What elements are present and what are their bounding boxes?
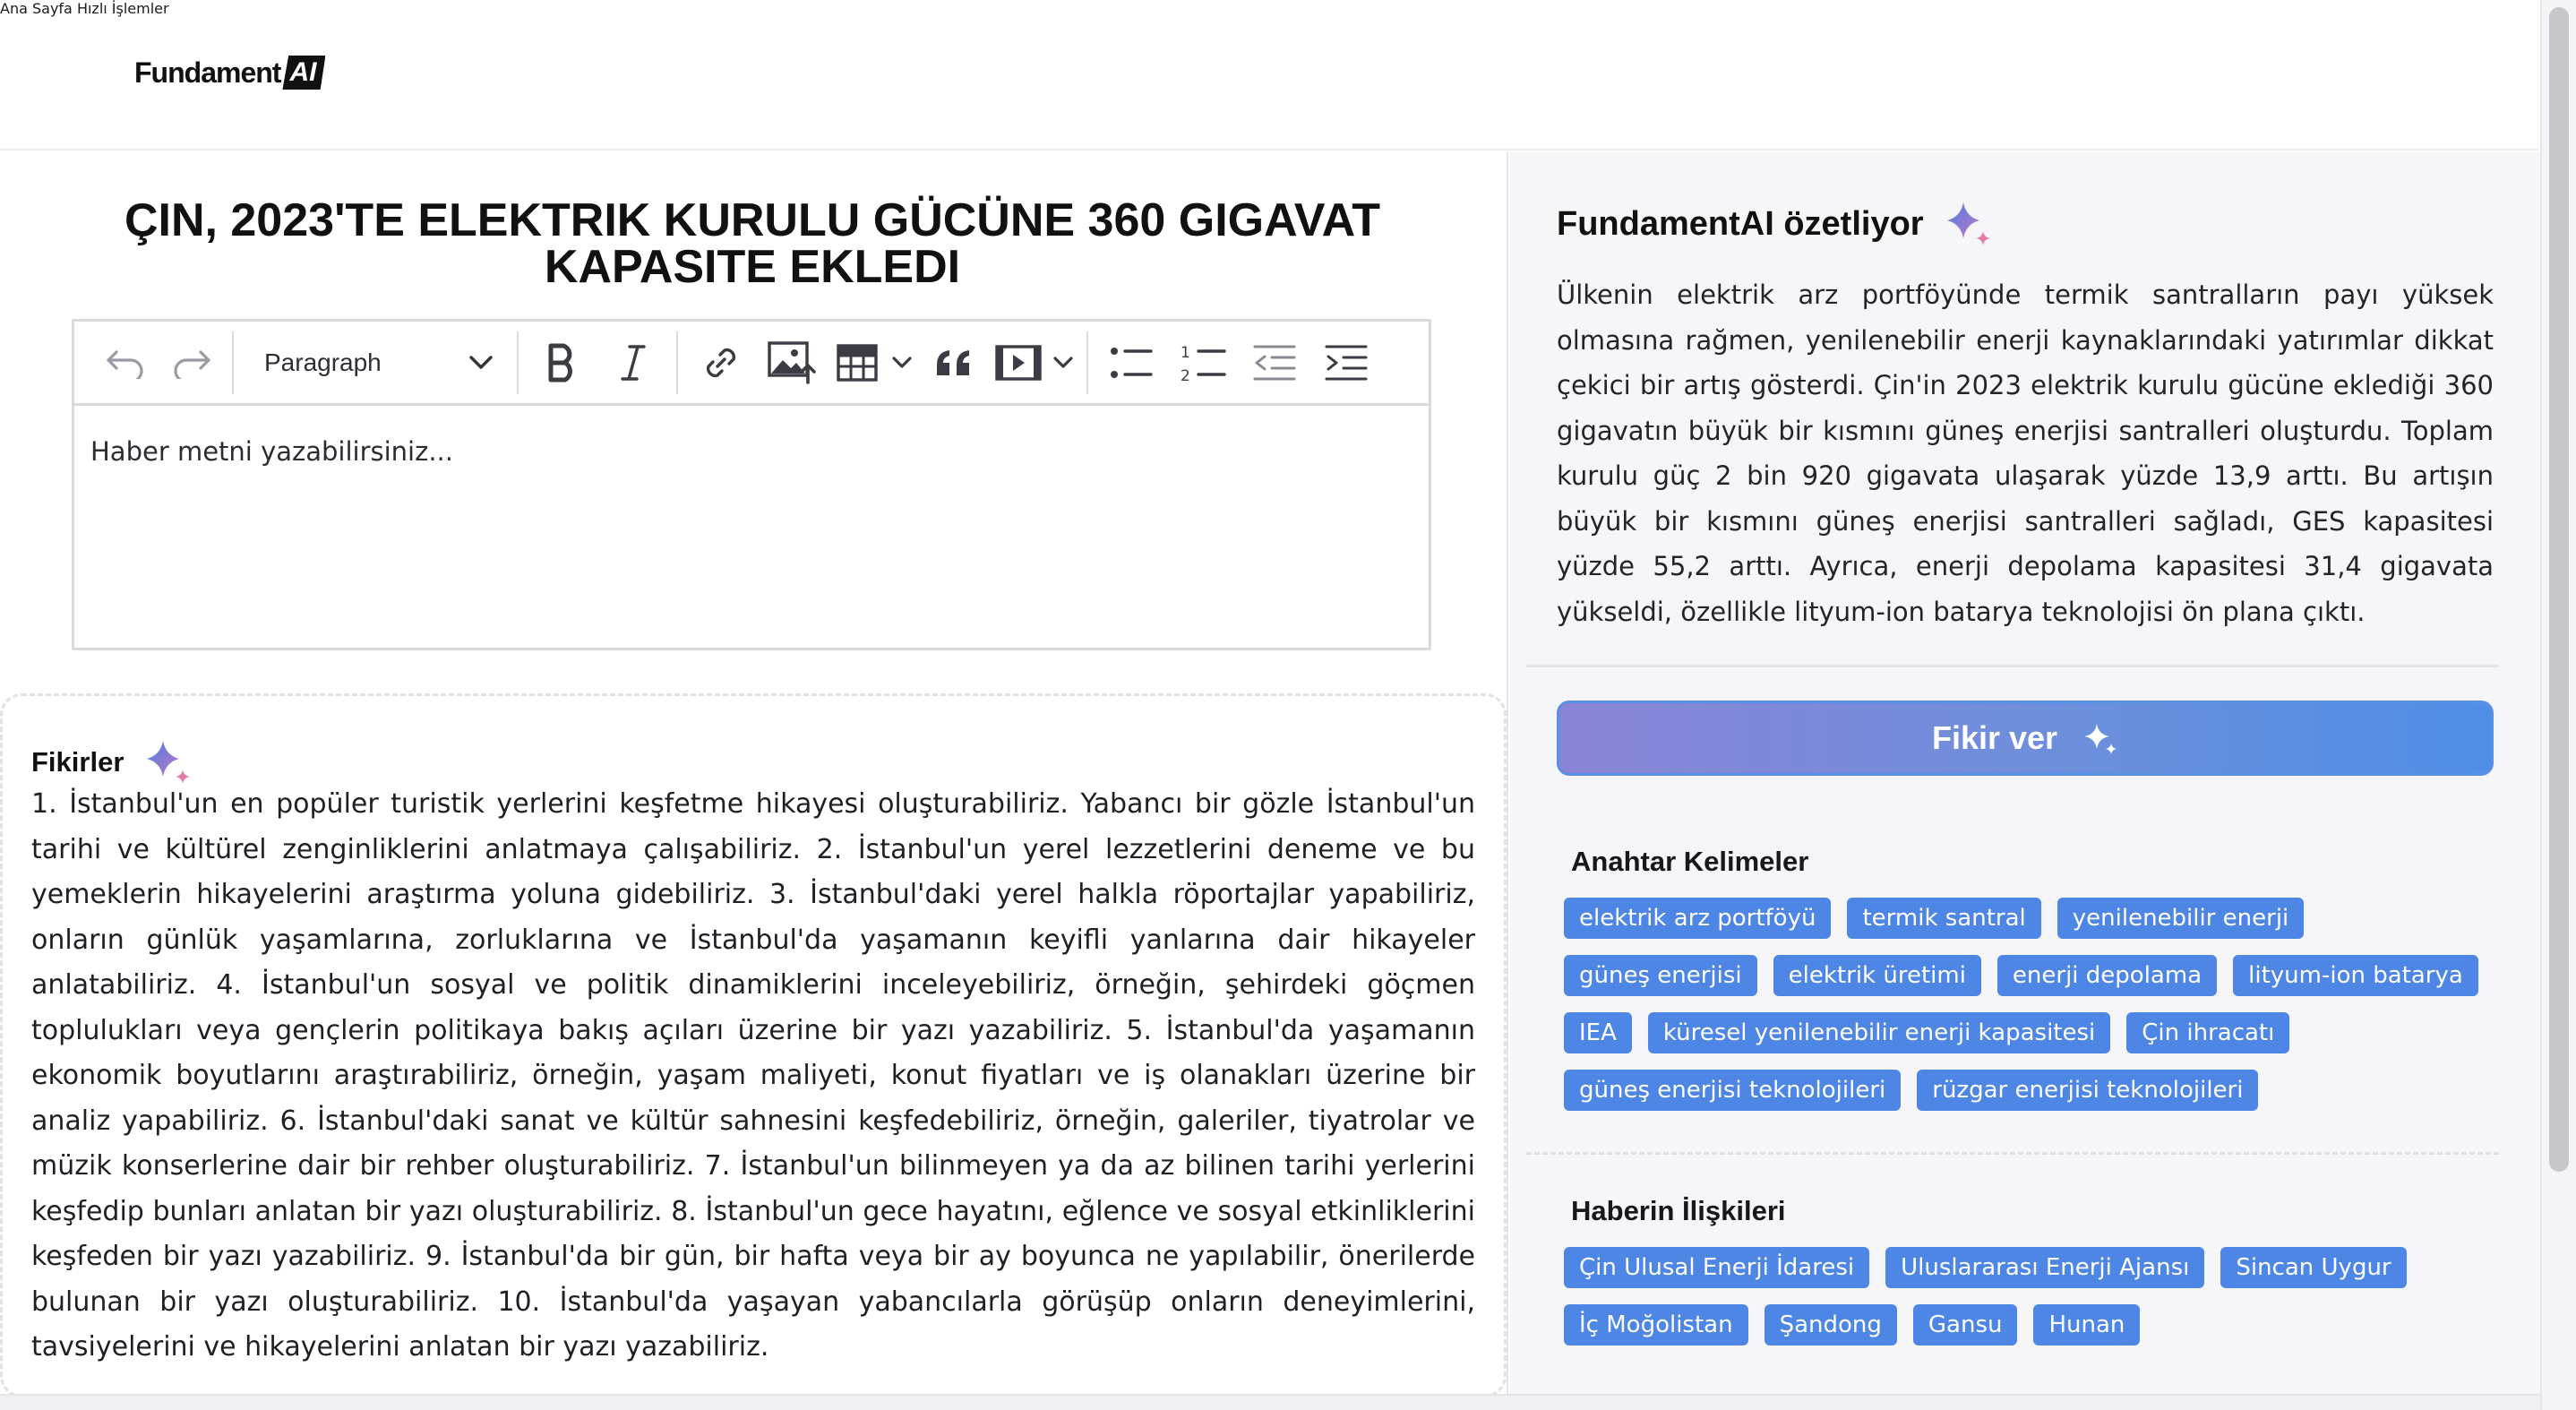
keyword-tag[interactable]: elektrik arz portföyü [1564, 898, 1832, 939]
chevron-down-icon [469, 355, 493, 369]
horizontal-scroll-strip [0, 1394, 2540, 1410]
rich-text-editor: Paragraph 1 2 Haber metni yazabilirsiniz… [72, 319, 1431, 650]
link-icon[interactable] [685, 321, 757, 405]
news-text-input[interactable]: Haber metni yazabilirsiniz... [74, 406, 1429, 497]
give-idea-button[interactable]: Fikir ver [1557, 701, 2494, 776]
summary-column: FundamentAI özetliyor Ülkenin elektrik a… [1510, 152, 2540, 1410]
keyword-tag[interactable]: rüzgar enerjisi teknolojileri [1917, 1070, 2259, 1111]
bold-icon[interactable] [526, 321, 597, 405]
fundamentai-logo[interactable]: Fundament AI [134, 56, 326, 90]
relation-tag[interactable]: Çin Ulusal Enerji İdaresi [1564, 1247, 1870, 1288]
keyword-tag[interactable]: güneş enerjisi teknolojileri [1564, 1070, 1902, 1111]
relation-tag[interactable]: Sincan Uygur [2220, 1247, 2407, 1288]
keyword-tag[interactable]: enerji depolama [1996, 955, 2218, 996]
media-embed-icon[interactable] [990, 321, 1047, 405]
undo-icon[interactable] [92, 321, 159, 405]
ideas-header: Fikirler [31, 737, 197, 787]
image-upload-icon[interactable] [757, 321, 829, 405]
blockquote-icon[interactable] [918, 321, 990, 405]
logo-ai-mark: AI [282, 56, 326, 90]
keyword-tag[interactable]: Çin ihracatı [2126, 1012, 2290, 1053]
keyword-tag[interactable]: elektrik üretimi [1773, 955, 1981, 996]
news-title: ÇIN, 2023'TE ELEKTRIK KURULU GÜCÜNE 360 … [124, 194, 1381, 293]
ideas-card: Fikirler 1. İstanbul'un en popüler turis… [0, 693, 1507, 1397]
sparkle-icon [2084, 724, 2117, 754]
block-format-value: Paragraph [264, 348, 382, 376]
keywords-title: Anahtar Kelimeler [1571, 846, 1809, 877]
relations-title: Haberin İlişkileri [1571, 1195, 1786, 1226]
relation-tag[interactable]: Hunan [2033, 1304, 2141, 1346]
scrollbar-thumb[interactable] [2549, 7, 2569, 1172]
nav-home-link[interactable]: Ana Sayfa [0, 0, 73, 17]
numbered-list-icon[interactable]: 12 [1167, 321, 1239, 405]
toolbar-separator [676, 331, 678, 394]
svg-text:2: 2 [1181, 367, 1190, 383]
keywords-divider [1526, 1152, 2499, 1155]
table-dropdown-chevron-icon[interactable] [886, 321, 918, 405]
editor-toolbar: Paragraph 1 2 [74, 322, 1429, 406]
media-dropdown-chevron-icon[interactable] [1047, 321, 1079, 405]
ideas-text: 1. İstanbul'un en popüler turistik yerle… [31, 788, 1475, 1363]
svg-text:1: 1 [1181, 344, 1190, 362]
keyword-tag[interactable]: küresel yenilenebilir enerji kapasitesi [1647, 1012, 2111, 1053]
relation-tag[interactable]: Gansu [1912, 1304, 2018, 1346]
indent-icon[interactable] [1310, 321, 1382, 405]
redo-icon[interactable] [159, 321, 225, 405]
logo-text: Fundament [134, 56, 281, 89]
italic-icon[interactable] [597, 321, 669, 405]
nav-quick-actions-link[interactable]: Hızlı İşlemler [77, 0, 169, 17]
toolbar-separator [1086, 331, 1088, 394]
keyword-tag[interactable]: termik santral [1847, 898, 2041, 939]
editor-column: ÇIN, 2023'TE ELEKTRIK KURULU GÜCÜNE 360 … [0, 152, 1508, 1410]
summary-divider [1526, 665, 2499, 667]
keyword-tag[interactable]: güneş enerjisi [1564, 955, 1757, 996]
summary-title: FundamentAI özetliyor [1557, 204, 1924, 243]
relation-tag[interactable]: Şandong [1764, 1304, 1897, 1346]
ai-sparkle-icon [1946, 202, 1990, 245]
table-icon[interactable] [829, 321, 886, 405]
summary-text: Ülkenin elektrik arz portföyünde termik … [1557, 279, 2494, 627]
ai-sparkle-icon [147, 741, 191, 784]
page-scrollbar[interactable] [2540, 0, 2576, 1410]
relation-tag[interactable]: Uluslararası Enerji Ajansı [1885, 1247, 2205, 1288]
ideas-title: Fikirler [31, 746, 125, 778]
toolbar-separator [232, 331, 234, 394]
relations-list: Çin Ulusal Enerji İdaresi Uluslararası En… [1564, 1247, 2501, 1346]
top-header: Fundament AI Ana Sayfa Hızlı İşlemler [0, 0, 2538, 150]
give-idea-button-label: Fikir ver [1931, 719, 2058, 756]
keywords-list: elektrik arz portföyü termik santral yenil… [1564, 898, 2501, 1111]
keyword-tag[interactable]: IEA [1564, 1012, 1632, 1053]
relation-tag[interactable]: İç Moğolistan [1564, 1304, 1748, 1346]
summary-header: FundamentAI özetliyor [1557, 199, 1997, 249]
keyword-tag[interactable]: lityum-ion batarya [2233, 955, 2478, 996]
bulleted-list-icon[interactable] [1095, 321, 1167, 405]
block-format-dropdown[interactable]: Paragraph [241, 321, 510, 405]
keyword-tag[interactable]: yenilenebilir enerji [2057, 898, 2305, 939]
outdent-icon[interactable] [1239, 321, 1310, 405]
toolbar-separator [517, 331, 519, 394]
